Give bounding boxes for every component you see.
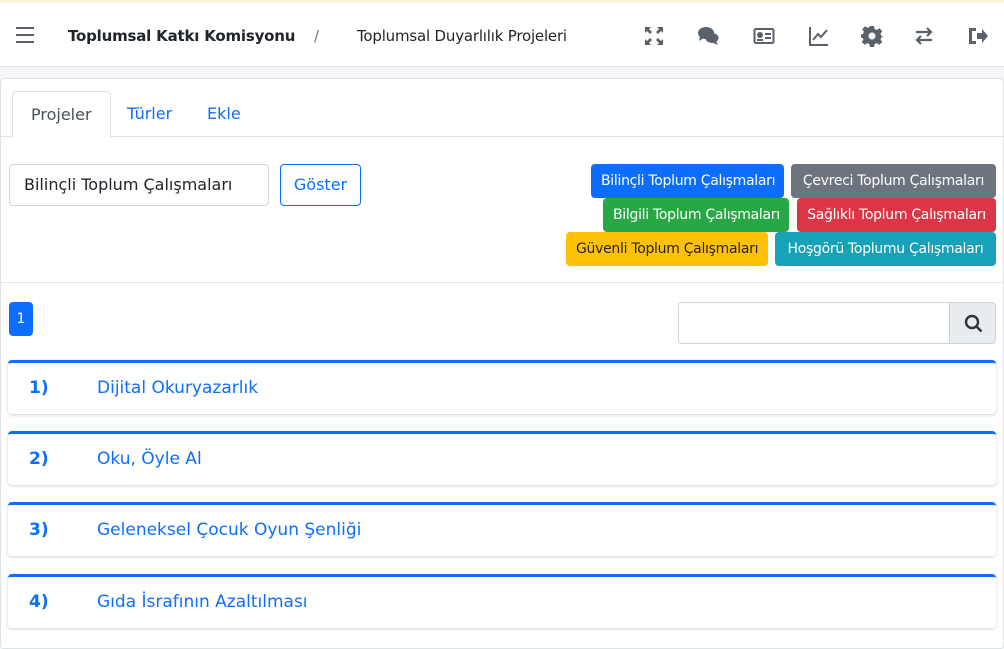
top-navbar: Toplumsal Katkı Komisyonu / Toplumsal Du… — [0, 3, 1004, 67]
category-button-cevreci[interactable]: Çevreci Toplum Çalışmaları — [791, 164, 996, 198]
show-button[interactable]: Göster — [280, 164, 361, 206]
project-title[interactable]: Dijital Okuryazarlık — [97, 378, 258, 398]
category-button-bilincli[interactable]: Bilinçli Toplum Çalışmaları — [591, 164, 784, 198]
pagination-page-1[interactable]: 1 — [9, 302, 33, 336]
search-icon — [964, 314, 983, 333]
exchange-icon[interactable] — [913, 25, 935, 47]
expand-icon[interactable] — [643, 25, 665, 47]
category-select[interactable]: Bilinçli Toplum Çalışmaları — [9, 164, 269, 206]
category-button-guvenli[interactable]: Güvenli Toplum Çalışmaları — [566, 232, 768, 266]
project-item[interactable]: 2) Oku, Öyle Al — [8, 431, 996, 485]
breadcrumb-separator: / — [314, 27, 320, 45]
project-number: 1) — [29, 378, 49, 398]
logout-icon[interactable] — [967, 25, 989, 47]
tab-projeler[interactable]: Projeler — [12, 91, 111, 138]
project-number: 3) — [29, 520, 49, 540]
project-number: 2) — [29, 449, 49, 469]
category-button-bilgili[interactable]: Bilgili Toplum Çalışmaları — [603, 198, 789, 232]
breadcrumb-current: Toplumsal Duyarlılık Projeleri — [357, 27, 567, 45]
project-title[interactable]: Oku, Öyle Al — [97, 449, 202, 469]
breadcrumb-main[interactable]: Toplumsal Katkı Komisyonu — [68, 27, 295, 45]
chart-line-icon[interactable] — [808, 25, 830, 47]
comments-icon[interactable] — [697, 25, 719, 47]
search-button[interactable] — [949, 302, 996, 344]
project-item[interactable]: 3) Geleneksel Çocuk Oyun Şenliği — [8, 502, 996, 556]
menu-icon[interactable] — [16, 27, 34, 43]
section-divider — [1, 282, 1003, 283]
project-number: 4) — [29, 592, 49, 612]
gear-icon[interactable] — [861, 25, 883, 47]
tab-turler[interactable]: Türler — [109, 91, 190, 138]
project-title[interactable]: Geleneksel Çocuk Oyun Şenliği — [97, 520, 361, 540]
projects-card: Projeler Türler Ekle Bilinçli Toplum Çal… — [0, 78, 1004, 649]
search-input[interactable] — [678, 302, 950, 344]
category-button-saglikli[interactable]: Sağlıklı Toplum Çalışmaları — [797, 198, 996, 232]
project-item[interactable]: 4) Gıda İsrafının Azaltılması — [8, 574, 996, 628]
id-card-icon[interactable] — [753, 25, 775, 47]
category-button-hosgoru[interactable]: Hoşgörü Toplumu Çalışmaları — [775, 232, 996, 266]
project-item[interactable]: 1) Dijital Okuryazarlık — [8, 360, 996, 414]
project-title[interactable]: Gıda İsrafının Azaltılması — [97, 592, 308, 612]
tab-ekle[interactable]: Ekle — [189, 91, 259, 138]
tab-bar: Projeler Türler Ekle — [1, 91, 1003, 138]
